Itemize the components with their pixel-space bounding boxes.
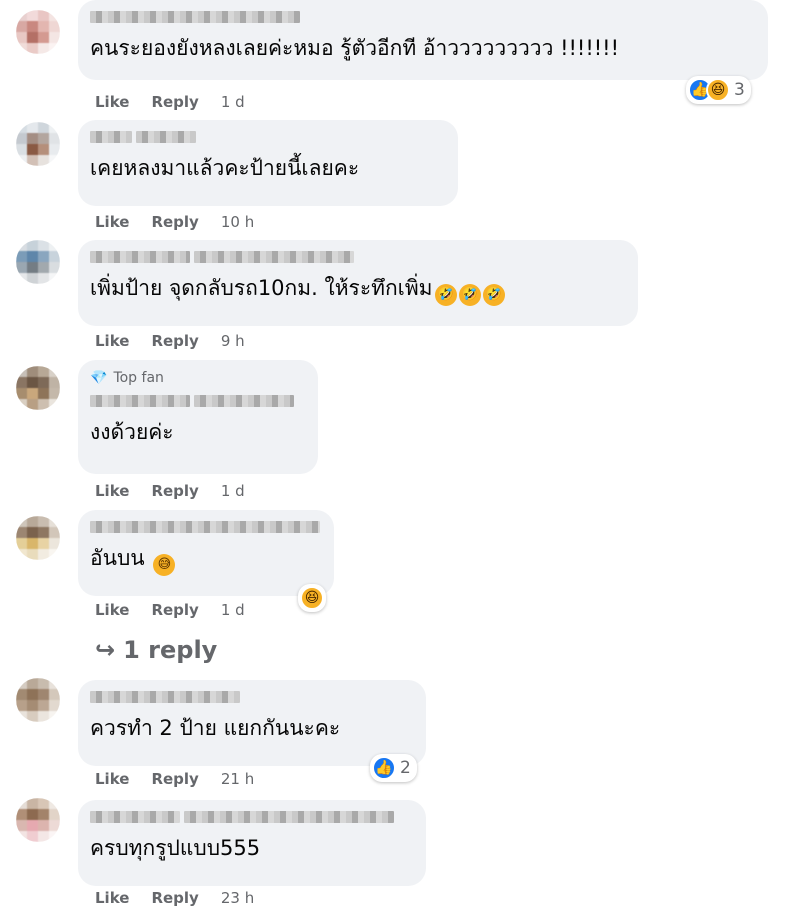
avatar[interactable]: [16, 122, 60, 166]
view-replies-link[interactable]: ↪ 1 reply: [95, 636, 217, 664]
reply-link[interactable]: Reply: [151, 332, 198, 350]
avatar[interactable]: [16, 366, 60, 410]
comment-actions: Like Reply 9 h: [95, 332, 245, 350]
comment-actions: Like Reply 1 d: [95, 482, 245, 500]
avatar[interactable]: [16, 240, 60, 284]
author-name[interactable]: [90, 394, 306, 408]
like-link[interactable]: Like: [95, 482, 129, 500]
comment-time[interactable]: 23 h: [221, 889, 254, 907]
reply-link[interactable]: Reply: [151, 889, 198, 907]
like-link[interactable]: Like: [95, 332, 129, 350]
comment-text: อันบน 😅: [90, 544, 322, 576]
comment-bubble: ครบทุกรูปแบบ555: [78, 800, 426, 886]
reaction-count: 3: [734, 80, 745, 100]
rofl-emoji: 🤣: [434, 284, 457, 306]
comment-actions: Like Reply 1 d: [95, 601, 245, 619]
reply-link[interactable]: Reply: [151, 601, 198, 619]
like-icon: 👍: [372, 756, 396, 780]
comment-text: เพิ่มป้าย จุดกลับรถ10กม. ให้ระทึกเพิ่ม 🤣 🤣…: [90, 274, 626, 306]
comment-actions: Like Reply 21 h: [95, 770, 254, 788]
comment-bubble: 💎 Top fan งงด้วยค่ะ: [78, 360, 318, 474]
top-fan-badge: 💎 Top fan: [90, 370, 306, 386]
avatar[interactable]: [16, 10, 60, 54]
comment-time[interactable]: 1 d: [221, 482, 245, 500]
comment-text: เคยหลงมาแล้วคะป้ายนี้เลยคะ: [90, 156, 360, 180]
comment-actions: Like Reply 23 h: [95, 889, 254, 907]
sweat-smile-emoji: 😅: [153, 554, 176, 576]
like-link[interactable]: Like: [95, 213, 129, 231]
reply-link[interactable]: Reply: [151, 482, 198, 500]
comment-time[interactable]: 9 h: [221, 332, 245, 350]
avatar[interactable]: [16, 678, 60, 722]
comment-text: งงด้วยค่ะ: [90, 420, 174, 444]
like-link[interactable]: Like: [95, 601, 129, 619]
reply-link[interactable]: Reply: [151, 213, 198, 231]
author-name[interactable]: [90, 250, 626, 264]
comment-actions: Like Reply 1 d: [95, 93, 245, 111]
like-link[interactable]: Like: [95, 770, 129, 788]
badge-label: Top fan: [113, 370, 164, 386]
reaction-summary[interactable]: 👍 2: [370, 754, 417, 782]
like-link[interactable]: Like: [95, 93, 129, 111]
comment-bubble: ควรทำ 2 ป้าย แยกกันนะคะ: [78, 680, 426, 766]
comment-bubble: เคยหลงมาแล้วคะป้ายนี้เลยคะ: [78, 120, 458, 206]
comment-text-body: อันบน: [90, 546, 145, 570]
comment-bubble: เพิ่มป้าย จุดกลับรถ10กม. ให้ระทึกเพิ่ม 🤣 🤣…: [78, 240, 638, 326]
like-link[interactable]: Like: [95, 889, 129, 907]
comment-text: ครบทุกรูปแบบ555: [90, 836, 261, 860]
reply-link[interactable]: Reply: [151, 770, 198, 788]
rofl-emoji: 🤣: [458, 284, 481, 306]
comment-text-body: เพิ่มป้าย จุดกลับรถ10กม. ให้ระทึกเพิ่ม: [90, 276, 433, 300]
comment-time[interactable]: 10 h: [221, 213, 254, 231]
diamond-icon: 💎: [90, 370, 108, 386]
comment-text: คนระยองยังหลงเลยค่ะหมอ รู้ตัวอีกที อ้าวว…: [90, 36, 619, 60]
haha-icon: 😆: [706, 78, 730, 102]
comment-text: ควรทำ 2 ป้าย แยกกันนะคะ: [90, 716, 341, 740]
author-name[interactable]: [90, 10, 756, 24]
comment-bubble: อันบน 😅: [78, 510, 334, 596]
reply-link[interactable]: Reply: [151, 93, 198, 111]
author-name[interactable]: [90, 130, 446, 144]
comment-bubble: คนระยองยังหลงเลยค่ะหมอ รู้ตัวอีกที อ้าวว…: [78, 0, 768, 80]
author-name[interactable]: [90, 810, 414, 824]
avatar[interactable]: [16, 798, 60, 842]
reaction-summary[interactable]: 😆: [298, 584, 326, 612]
reply-arrow-icon: ↪: [95, 636, 116, 664]
avatar[interactable]: [16, 516, 60, 560]
comment-time[interactable]: 21 h: [221, 770, 254, 788]
author-name[interactable]: [90, 690, 414, 704]
replies-count-label: 1 reply: [123, 636, 218, 664]
reaction-summary[interactable]: 👍 😆 3: [686, 76, 751, 104]
haha-icon: 😆: [300, 586, 324, 610]
rofl-emoji: 🤣: [482, 284, 505, 306]
reaction-count: 2: [400, 758, 411, 778]
comment-actions: Like Reply 10 h: [95, 213, 254, 231]
comment-time[interactable]: 1 d: [221, 601, 245, 619]
author-name[interactable]: [90, 520, 322, 534]
comment-time[interactable]: 1 d: [221, 93, 245, 111]
